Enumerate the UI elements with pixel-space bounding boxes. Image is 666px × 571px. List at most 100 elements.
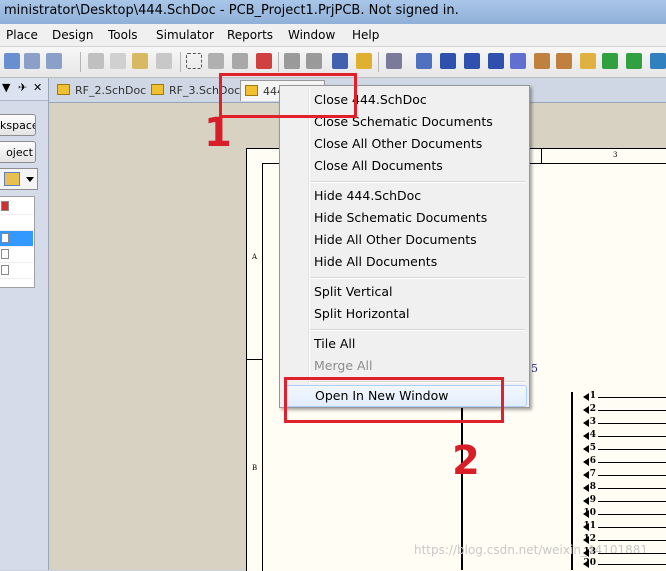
menu-separator xyxy=(310,181,525,183)
schdoc-icon xyxy=(57,84,70,95)
panel-header: ▼ ✈ ✕ xyxy=(0,78,48,101)
tree-item[interactable] xyxy=(0,199,33,215)
menu-separator xyxy=(310,277,525,279)
pin-arrow-icon xyxy=(583,393,589,401)
view-dropdown[interactable] xyxy=(0,168,38,190)
annotation-box-1 xyxy=(219,73,357,118)
move-icon[interactable] xyxy=(208,53,224,69)
zone-label-b: B xyxy=(252,464,258,472)
pin-icon[interactable]: ✈ xyxy=(18,81,27,94)
toolbar-separator xyxy=(278,52,279,72)
tab-rf2[interactable]: RF_2.SchDoc xyxy=(57,80,146,101)
ground-icon[interactable] xyxy=(534,53,550,69)
zoom-area-icon[interactable] xyxy=(46,53,62,69)
copy-icon[interactable] xyxy=(110,53,126,69)
menu-reports[interactable]: Reports xyxy=(227,28,273,42)
annotation-number-2: 2 xyxy=(452,438,480,484)
menu-close-all-other-documents[interactable]: Close All Other Documents xyxy=(280,133,529,155)
menu-split-vertical[interactable]: Split Vertical xyxy=(280,281,529,303)
cut-icon[interactable] xyxy=(88,53,104,69)
close-icon[interactable]: ✕ xyxy=(33,81,42,94)
undo-icon[interactable] xyxy=(284,53,300,69)
clear-filter-icon[interactable] xyxy=(256,53,272,69)
vcc-icon[interactable] xyxy=(556,53,572,69)
tab-context-menu: Close 444.SchDoc Close Schematic Documen… xyxy=(279,85,530,408)
pin-wire xyxy=(598,564,666,565)
window-title: ministrator\Desktop\444.SchDoc - PCB_Pro… xyxy=(4,3,459,18)
toolbar-separator xyxy=(180,52,181,72)
pin-arrow-icon xyxy=(583,458,589,466)
menu-tile-all[interactable]: Tile All xyxy=(280,333,529,355)
open-icon[interactable] xyxy=(4,53,20,69)
pin-wire xyxy=(598,514,666,515)
document-icon xyxy=(1,233,9,243)
menu-hide-document[interactable]: Hide 444.SchDoc xyxy=(280,185,529,207)
menu-place[interactable]: Place xyxy=(6,28,38,42)
pin-wire xyxy=(598,423,666,424)
menu-separator xyxy=(310,329,525,331)
pin-wire xyxy=(598,397,666,398)
workspace-button[interactable]: kspace xyxy=(0,114,36,136)
menu-hide-all-documents[interactable]: Hide All Documents xyxy=(280,251,529,273)
zoom-icon[interactable] xyxy=(24,53,40,69)
rubber-stamp-icon[interactable] xyxy=(156,53,172,69)
tree-item-selected[interactable] xyxy=(0,231,33,247)
zone-label-a: A xyxy=(252,253,258,261)
bus-entry-icon[interactable] xyxy=(464,53,480,69)
panel-menu-icon[interactable]: ▼ xyxy=(2,81,10,94)
component-icon[interactable] xyxy=(602,53,618,69)
project-button[interactable]: oject xyxy=(0,141,36,163)
sheet-symbol-icon[interactable] xyxy=(626,53,642,69)
pin-wire xyxy=(598,540,666,541)
browse-icon[interactable] xyxy=(386,53,402,69)
annotation-box-2 xyxy=(284,377,504,423)
select-icon[interactable] xyxy=(186,53,202,69)
wire-icon[interactable] xyxy=(416,53,432,69)
menu-split-horizontal[interactable]: Split Horizontal xyxy=(280,303,529,325)
hierarchy-icon[interactable] xyxy=(332,53,348,69)
bus-icon[interactable] xyxy=(440,53,456,69)
menu-merge-all: Merge All xyxy=(314,358,373,373)
menu-window[interactable]: Window xyxy=(288,28,335,42)
pen-icon[interactable] xyxy=(356,53,372,69)
menu-bar: Place Design Tools Simulator Reports Win… xyxy=(0,24,666,47)
pin-arrow-icon xyxy=(583,510,589,518)
port-icon[interactable] xyxy=(580,53,596,69)
menu-design[interactable]: Design xyxy=(52,28,93,42)
column-label: 3 xyxy=(613,151,618,159)
menu-tools[interactable]: Tools xyxy=(108,28,138,42)
net-icon[interactable] xyxy=(510,53,526,69)
pin-wire xyxy=(598,410,666,411)
toolbar-separator xyxy=(378,52,379,72)
paste-icon[interactable] xyxy=(132,53,148,69)
watermark-text: https://blog.csdn.net/weixin_44101881 xyxy=(414,543,649,557)
pin-arrow-icon xyxy=(583,471,589,479)
pin-wire xyxy=(598,527,666,528)
document-icon xyxy=(1,265,9,275)
menu-hide-schematic-documents[interactable]: Hide Schematic Documents xyxy=(280,207,529,229)
pin-wire xyxy=(598,475,666,476)
pin-wire xyxy=(598,501,666,502)
project-tree[interactable] xyxy=(0,196,35,288)
menu-hide-all-other-documents[interactable]: Hide All Other Documents xyxy=(280,229,529,251)
sheet-entry-icon[interactable] xyxy=(650,53,666,69)
column-divider xyxy=(541,149,542,163)
tree-item[interactable] xyxy=(0,263,33,279)
tree-item[interactable] xyxy=(0,215,33,231)
netlabel-icon[interactable] xyxy=(488,53,504,69)
redo-icon[interactable] xyxy=(306,53,322,69)
title-bar: ministrator\Desktop\444.SchDoc - PCB_Pro… xyxy=(0,0,666,24)
pin-wire xyxy=(598,553,666,554)
pin-arrow-icon xyxy=(583,523,589,531)
pin-arrow-icon xyxy=(583,560,589,568)
document-icon xyxy=(1,249,9,259)
pin-wire xyxy=(598,462,666,463)
menu-help[interactable]: Help xyxy=(352,28,379,42)
deselect-icon[interactable] xyxy=(232,53,248,69)
menu-close-all-documents[interactable]: Close All Documents xyxy=(280,155,529,177)
toolbar-separator xyxy=(80,52,81,72)
pin-arrow-icon xyxy=(583,549,589,557)
tree-item[interactable] xyxy=(0,247,33,263)
project-icon xyxy=(1,201,9,211)
menu-simulator[interactable]: Simulator xyxy=(156,28,214,42)
